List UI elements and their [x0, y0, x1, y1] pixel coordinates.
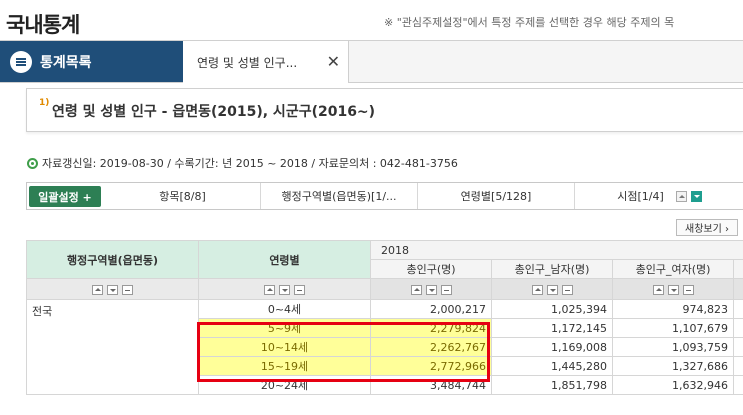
sort-controls-male	[491, 278, 613, 300]
header-region: 행정구역별(읍면동)	[26, 240, 199, 279]
collapse-icon[interactable]	[561, 284, 573, 295]
table-title-box: 1) 연령 및 성별 인구 - 읍면동(2015), 시군구(2016~)	[26, 88, 743, 132]
age-cell: 0~4세	[198, 299, 371, 319]
new-window-button[interactable]: 새창보기 ›	[676, 219, 738, 236]
footnote-marker: 1)	[39, 98, 50, 108]
age-cell: 5~9세	[198, 318, 371, 338]
menu-icon	[10, 50, 32, 73]
male-cell: 1,169,008	[491, 337, 613, 357]
male-cell: 1,445,280	[491, 356, 613, 376]
filter-item[interactable]: 항목[8/8]	[105, 183, 260, 209]
male-cell: 1,025,394	[491, 299, 613, 319]
tab-stats-list[interactable]: 통계목록	[0, 41, 183, 82]
filter-region[interactable]: 행정구역별(읍면동)[1/...	[260, 183, 417, 209]
page-title: 국내통계	[6, 13, 80, 37]
header-female: 총인구_여자(명)	[612, 259, 734, 279]
sort-desc-icon[interactable]	[546, 284, 558, 295]
total-cell: 2,262,767	[370, 337, 492, 357]
total-cell: 2,000,217	[370, 299, 492, 319]
sort-asc-icon[interactable]	[531, 284, 543, 295]
spacer-cell	[733, 356, 743, 376]
age-cell: 10~14세	[198, 337, 371, 357]
total-cell: 3,484,744	[370, 375, 492, 395]
sort-asc-icon[interactable]	[410, 284, 422, 295]
filter-period-label: 시점[1/4]	[617, 190, 664, 203]
age-cell: 15~19세	[198, 356, 371, 376]
interest-topic-notice: ※ "관심주제설정"에서 특정 주제를 선택한 경우 해당 주제의 목	[384, 16, 675, 29]
sort-controls-age	[198, 278, 371, 300]
male-cell: 1,172,145	[491, 318, 613, 338]
sort-desc-icon[interactable]	[279, 284, 290, 295]
filter-age[interactable]: 연령별[5/128]	[417, 183, 574, 209]
header-year: 2018	[370, 240, 743, 260]
spacer-cell	[733, 299, 743, 319]
tab-bar: 통계목록 연령 및 성별 인구... ✕	[0, 41, 743, 83]
sort-up-icon[interactable]	[675, 190, 687, 202]
sort-asc-icon[interactable]	[92, 284, 103, 295]
sort-controls-female	[612, 278, 734, 300]
region-cell: 전국	[26, 299, 199, 395]
header-male: 총인구_남자(명)	[491, 259, 613, 279]
sort-controls-total	[370, 278, 492, 300]
close-icon[interactable]: ✕	[327, 52, 340, 71]
header-age: 연령별	[198, 240, 371, 279]
female-cell: 1,107,679	[612, 318, 734, 338]
total-cell: 2,772,966	[370, 356, 492, 376]
collapse-icon[interactable]	[122, 284, 133, 295]
sort-controls-region	[26, 278, 199, 300]
tab-document[interactable]: 연령 및 성별 인구... ✕	[183, 41, 349, 83]
info-text: 자료갱신일: 2019-08-30 / 수록기간: 년 2015 ~ 2018 …	[42, 157, 458, 170]
batch-settings-button[interactable]: 일괄설정 +	[29, 186, 101, 207]
total-cell: 2,279,824	[370, 318, 492, 338]
collapse-icon[interactable]	[294, 284, 305, 295]
filter-bar: 일괄설정 + 항목[8/8] 행정구역별(읍면동)[1/... 연령별[5/12…	[26, 182, 743, 210]
sort-down-icon[interactable]	[690, 190, 702, 202]
female-cell: 1,093,759	[612, 337, 734, 357]
info-line: 자료갱신일: 2019-08-30 / 수록기간: 년 2015 ~ 2018 …	[27, 155, 458, 171]
female-cell: 974,823	[612, 299, 734, 319]
spacer-cell	[733, 318, 743, 338]
tab-stats-label: 통계목록	[40, 54, 92, 71]
sort-controls-spacer	[733, 278, 743, 300]
sort-desc-icon[interactable]	[425, 284, 437, 295]
female-cell: 1,327,686	[612, 356, 734, 376]
header-spacer	[733, 259, 743, 279]
spacer-cell	[733, 375, 743, 395]
spacer-cell	[733, 337, 743, 357]
table-title: 연령 및 성별 인구 - 읍면동(2015), 시군구(2016~)	[52, 104, 376, 120]
collapse-icon[interactable]	[682, 284, 694, 295]
sort-desc-icon[interactable]	[667, 284, 679, 295]
data-table: 행정구역별(읍면동) 연령별 2018 총인구(명) 총인구_남자(명) 총인구…	[26, 240, 743, 395]
header-total: 총인구(명)	[370, 259, 492, 279]
age-cell: 20~24세	[198, 375, 371, 395]
sort-asc-icon[interactable]	[652, 284, 664, 295]
sort-desc-icon[interactable]	[107, 284, 118, 295]
radio-icon	[27, 157, 38, 169]
tab-document-label: 연령 및 성별 인구...	[197, 55, 298, 70]
filter-period[interactable]: 시점[1/4]	[574, 183, 743, 209]
table-row: 전국 0~4세 2,000,217 1,025,394 974,823	[26, 299, 743, 395]
collapse-icon[interactable]	[440, 284, 452, 295]
sort-asc-icon[interactable]	[264, 284, 275, 295]
male-cell: 1,851,798	[491, 375, 613, 395]
female-cell: 1,632,946	[612, 375, 734, 395]
